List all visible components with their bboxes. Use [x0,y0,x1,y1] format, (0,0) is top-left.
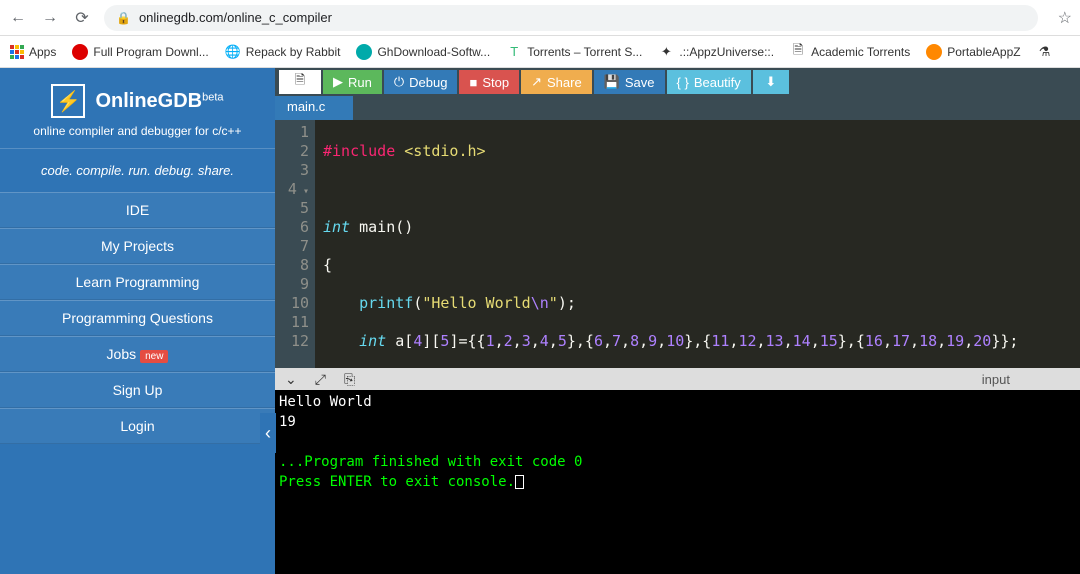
favicon-icon: ✦ [658,44,674,60]
logo-text: OnlineGDB [95,90,202,112]
code-editor[interactable]: 123 4 ▾ 567 8910 1112 #include <stdio.h>… [275,120,1080,368]
bookmark-item[interactable]: TTorrents – Torrent S... [506,44,642,60]
file-tab[interactable]: main.c [275,96,353,120]
line-gutter: 123 4 ▾ 567 8910 1112 [275,120,315,368]
logo-block: ⚡ OnlineGDBbeta online compiler and debu… [0,68,275,148]
lock-icon: 🔒 [116,11,131,25]
new-badge: new [140,350,168,363]
sidebar-item-login[interactable]: Login [0,408,275,444]
share-button[interactable]: ↗Share [521,70,592,94]
browser-nav-bar: ← → ⟳ 🔒 onlinegdb.com/online_c_compiler … [0,0,1080,36]
favicon-icon: ⚗ [1037,44,1053,60]
favicon-icon [356,44,372,60]
logo-beta: beta [202,91,223,103]
console-line: ...Program finished with exit code 0 [279,452,1076,472]
debug-icon: ⏻ [394,74,404,90]
file-icon: 🗎 [295,71,305,93]
cursor-icon [515,475,524,489]
input-label: input [982,372,1010,387]
favicon-icon [72,44,88,60]
back-button[interactable]: ← [8,8,28,28]
sidebar-item-jobs[interactable]: Jobsnew [0,336,275,372]
apps-icon [10,45,24,59]
beautify-button[interactable]: { }Beautify [667,70,751,94]
console-line: Press ENTER to exit console. [279,474,515,490]
stop-button[interactable]: ■Stop [459,70,519,94]
console-output[interactable]: Hello World 19 ...Program finished with … [275,390,1080,574]
share-icon: ↗ [531,74,542,90]
sidebar-item-learn[interactable]: Learn Programming [0,264,275,300]
bookmark-apps[interactable]: Apps [10,45,56,59]
sidebar-item-signup[interactable]: Sign Up [0,372,275,408]
collapse-sidebar-button[interactable]: ‹ [260,413,276,453]
console-toolbar: ⌄ ⤢ ⎘ input [275,368,1080,390]
save-button[interactable]: 💾Save [594,70,665,94]
toolbar: 🗎 ▶Run ⏻Debug ■Stop ↗Share 💾Save { }Beau… [275,68,1080,96]
tagline2: code. compile. run. debug. share. [0,148,275,192]
bookmark-star-icon[interactable]: ☆ [1058,8,1072,28]
bookmark-item[interactable]: ⚗ [1037,44,1053,60]
bookmark-item[interactable]: ✦.::AppzUniverse::. [658,44,774,60]
forward-button[interactable]: → [40,8,60,28]
bookmark-item[interactable]: 🗎Academic Torrents [790,44,910,60]
main-area: 🗎 ▶Run ⏻Debug ■Stop ↗Share 💾Save { }Beau… [275,68,1080,574]
sidebar-item-projects[interactable]: My Projects [0,228,275,264]
favicon-icon: 🌐 [225,44,241,60]
new-file-button[interactable]: 🗎 [279,70,321,94]
favicon-icon: T [506,44,522,60]
sidebar-item-ide[interactable]: IDE [0,192,275,228]
favicon-icon: 🗎 [790,44,806,60]
bookmark-item[interactable]: PortableAppZ [926,44,1020,60]
address-bar[interactable]: 🔒 onlinegdb.com/online_c_compiler [104,5,1038,31]
favicon-icon [926,44,942,60]
copy-icon[interactable]: ⎘ [344,371,355,388]
url-text: onlinegdb.com/online_c_compiler [139,10,332,25]
chevron-down-icon[interactable]: ⌄ [285,371,297,388]
run-button[interactable]: ▶Run [323,70,382,94]
save-icon: 💾 [604,74,620,90]
bookmarks-bar: Apps Full Program Downl... 🌐Repack by Ra… [0,36,1080,68]
bookmark-item[interactable]: Full Program Downl... [72,44,208,60]
code-content[interactable]: #include <stdio.h> int main() { printf("… [315,120,1080,368]
expand-icon[interactable]: ⤢ [315,371,326,388]
sidebar: ⚡ OnlineGDBbeta online compiler and debu… [0,68,275,574]
sidebar-item-questions[interactable]: Programming Questions [0,300,275,336]
logo-icon: ⚡ [51,84,85,118]
tab-row: main.c [275,96,1080,120]
braces-icon: { } [677,75,689,90]
bookmark-item[interactable]: GhDownload-Softw... [356,44,490,60]
tagline: online compiler and debugger for c/c++ [8,124,267,138]
bookmark-item[interactable]: 🌐Repack by Rabbit [225,44,341,60]
console-line: 19 [279,412,1076,432]
download-icon: ⬇ [765,74,776,90]
reload-button[interactable]: ⟳ [72,8,92,28]
console-line: Hello World [279,392,1076,412]
debug-button[interactable]: ⏻Debug [384,70,458,94]
play-icon: ▶ [333,74,343,90]
stop-icon: ■ [469,75,477,90]
download-button[interactable]: ⬇ [753,70,789,94]
